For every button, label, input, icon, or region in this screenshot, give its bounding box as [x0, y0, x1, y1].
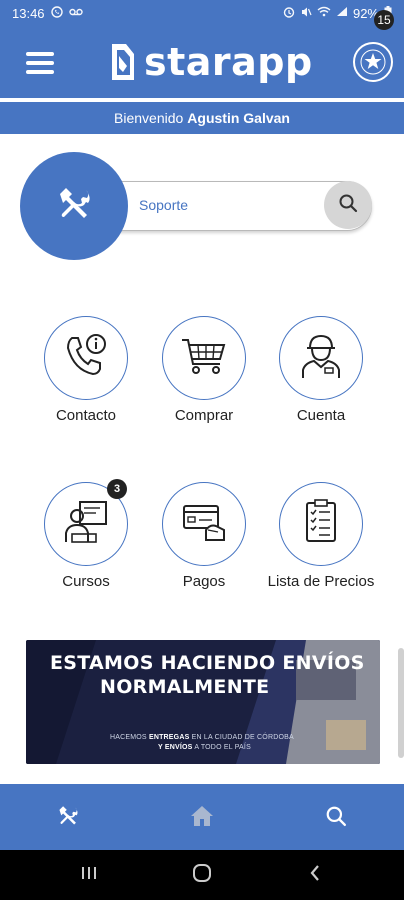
home-button-icon — [192, 863, 212, 888]
tile-label: Cuenta — [296, 407, 346, 424]
tile-circle — [162, 482, 246, 566]
nav-search-button[interactable] — [316, 800, 356, 836]
bottom-nav — [0, 784, 404, 850]
tile-circle: 3 — [44, 479, 128, 566]
search-icon — [338, 193, 358, 218]
welcome-greeting: Bienvenido — [114, 110, 184, 126]
tile-pagos[interactable]: Pagos — [144, 482, 264, 590]
tile-circle — [162, 316, 246, 400]
support-field[interactable]: Soporte — [106, 181, 372, 231]
tools-icon — [57, 805, 79, 832]
support-section: Soporte — [20, 152, 374, 260]
tile-contacto[interactable]: Contacto — [26, 316, 146, 424]
alarm-icon — [283, 6, 295, 21]
whatsapp-icon — [50, 5, 63, 21]
banner-text-line1: HACEMOS ENTREGAS EN LA CIUDAD DE CÓRDOBA — [110, 734, 294, 741]
back-button[interactable] — [300, 864, 330, 886]
menu-icon[interactable] — [26, 52, 54, 74]
voicemail-icon — [68, 7, 83, 20]
nav-tools-button[interactable] — [48, 800, 88, 836]
signal-icon — [336, 6, 348, 20]
worker-account-icon — [295, 330, 347, 387]
tile-cursos[interactable]: 3 Cursos — [26, 479, 146, 590]
avatar-icon[interactable] — [353, 42, 393, 82]
search-button[interactable] — [324, 181, 372, 229]
starapp-logo — [110, 42, 136, 82]
courses-icon — [60, 496, 112, 553]
welcome-bar: Bienvenido Agustin Galvan — [0, 102, 404, 134]
back-icon — [309, 864, 321, 887]
tile-circle — [279, 316, 363, 400]
tile-cuenta[interactable]: Cuenta — [261, 316, 381, 424]
banner-subtitle: NORMALMENTE — [100, 676, 270, 698]
search-icon — [325, 805, 347, 832]
payment-card-icon — [178, 496, 230, 553]
banner-text-line2: Y ENVÍOS A TODO EL PAÍS — [158, 744, 251, 751]
scrollbar[interactable] — [398, 648, 404, 758]
app-bar: starapp — [0, 26, 404, 98]
phone-info-icon — [60, 330, 112, 387]
tile-circle — [44, 316, 128, 400]
welcome-user-name: Agustin Galvan — [187, 110, 290, 126]
price-list-icon — [295, 496, 347, 553]
system-nav — [0, 850, 404, 900]
tools-icon — [56, 186, 92, 227]
tile-circle — [279, 482, 363, 566]
status-time: 13:46 — [12, 5, 45, 21]
tile-label: Cursos — [62, 573, 110, 590]
nav-home-button[interactable] — [182, 800, 222, 836]
mute-icon — [300, 6, 312, 21]
tile-lista-de-precios[interactable]: Lista de Precios — [261, 482, 381, 590]
courses-badge: 3 — [107, 479, 127, 499]
banner-title: ESTAMOS HACIENDO ENVÍOS — [50, 652, 365, 674]
home-icon — [189, 804, 215, 833]
support-button[interactable] — [20, 152, 128, 260]
tile-label: Lista de Precios — [267, 573, 375, 590]
notification-badge: 15 — [374, 10, 394, 30]
home-button[interactable] — [187, 863, 217, 888]
brand: starapp — [110, 40, 313, 84]
tile-comprar[interactable]: Comprar — [144, 316, 264, 424]
tile-label: Contacto — [55, 407, 117, 424]
recent-apps-button[interactable] — [74, 864, 104, 886]
recent-apps-icon — [80, 865, 98, 886]
support-label: Soporte — [139, 197, 189, 213]
tile-label: Comprar — [174, 407, 234, 424]
status-bar: 13:46 92% — [0, 0, 404, 26]
shipping-banner[interactable]: ESTAMOS HACIENDO ENVÍOS NORMALMENTE HACE… — [26, 640, 380, 764]
tile-label: Pagos — [182, 573, 226, 590]
shopping-cart-icon — [178, 330, 230, 387]
wifi-icon — [317, 6, 331, 20]
brand-name: starapp — [144, 40, 313, 84]
